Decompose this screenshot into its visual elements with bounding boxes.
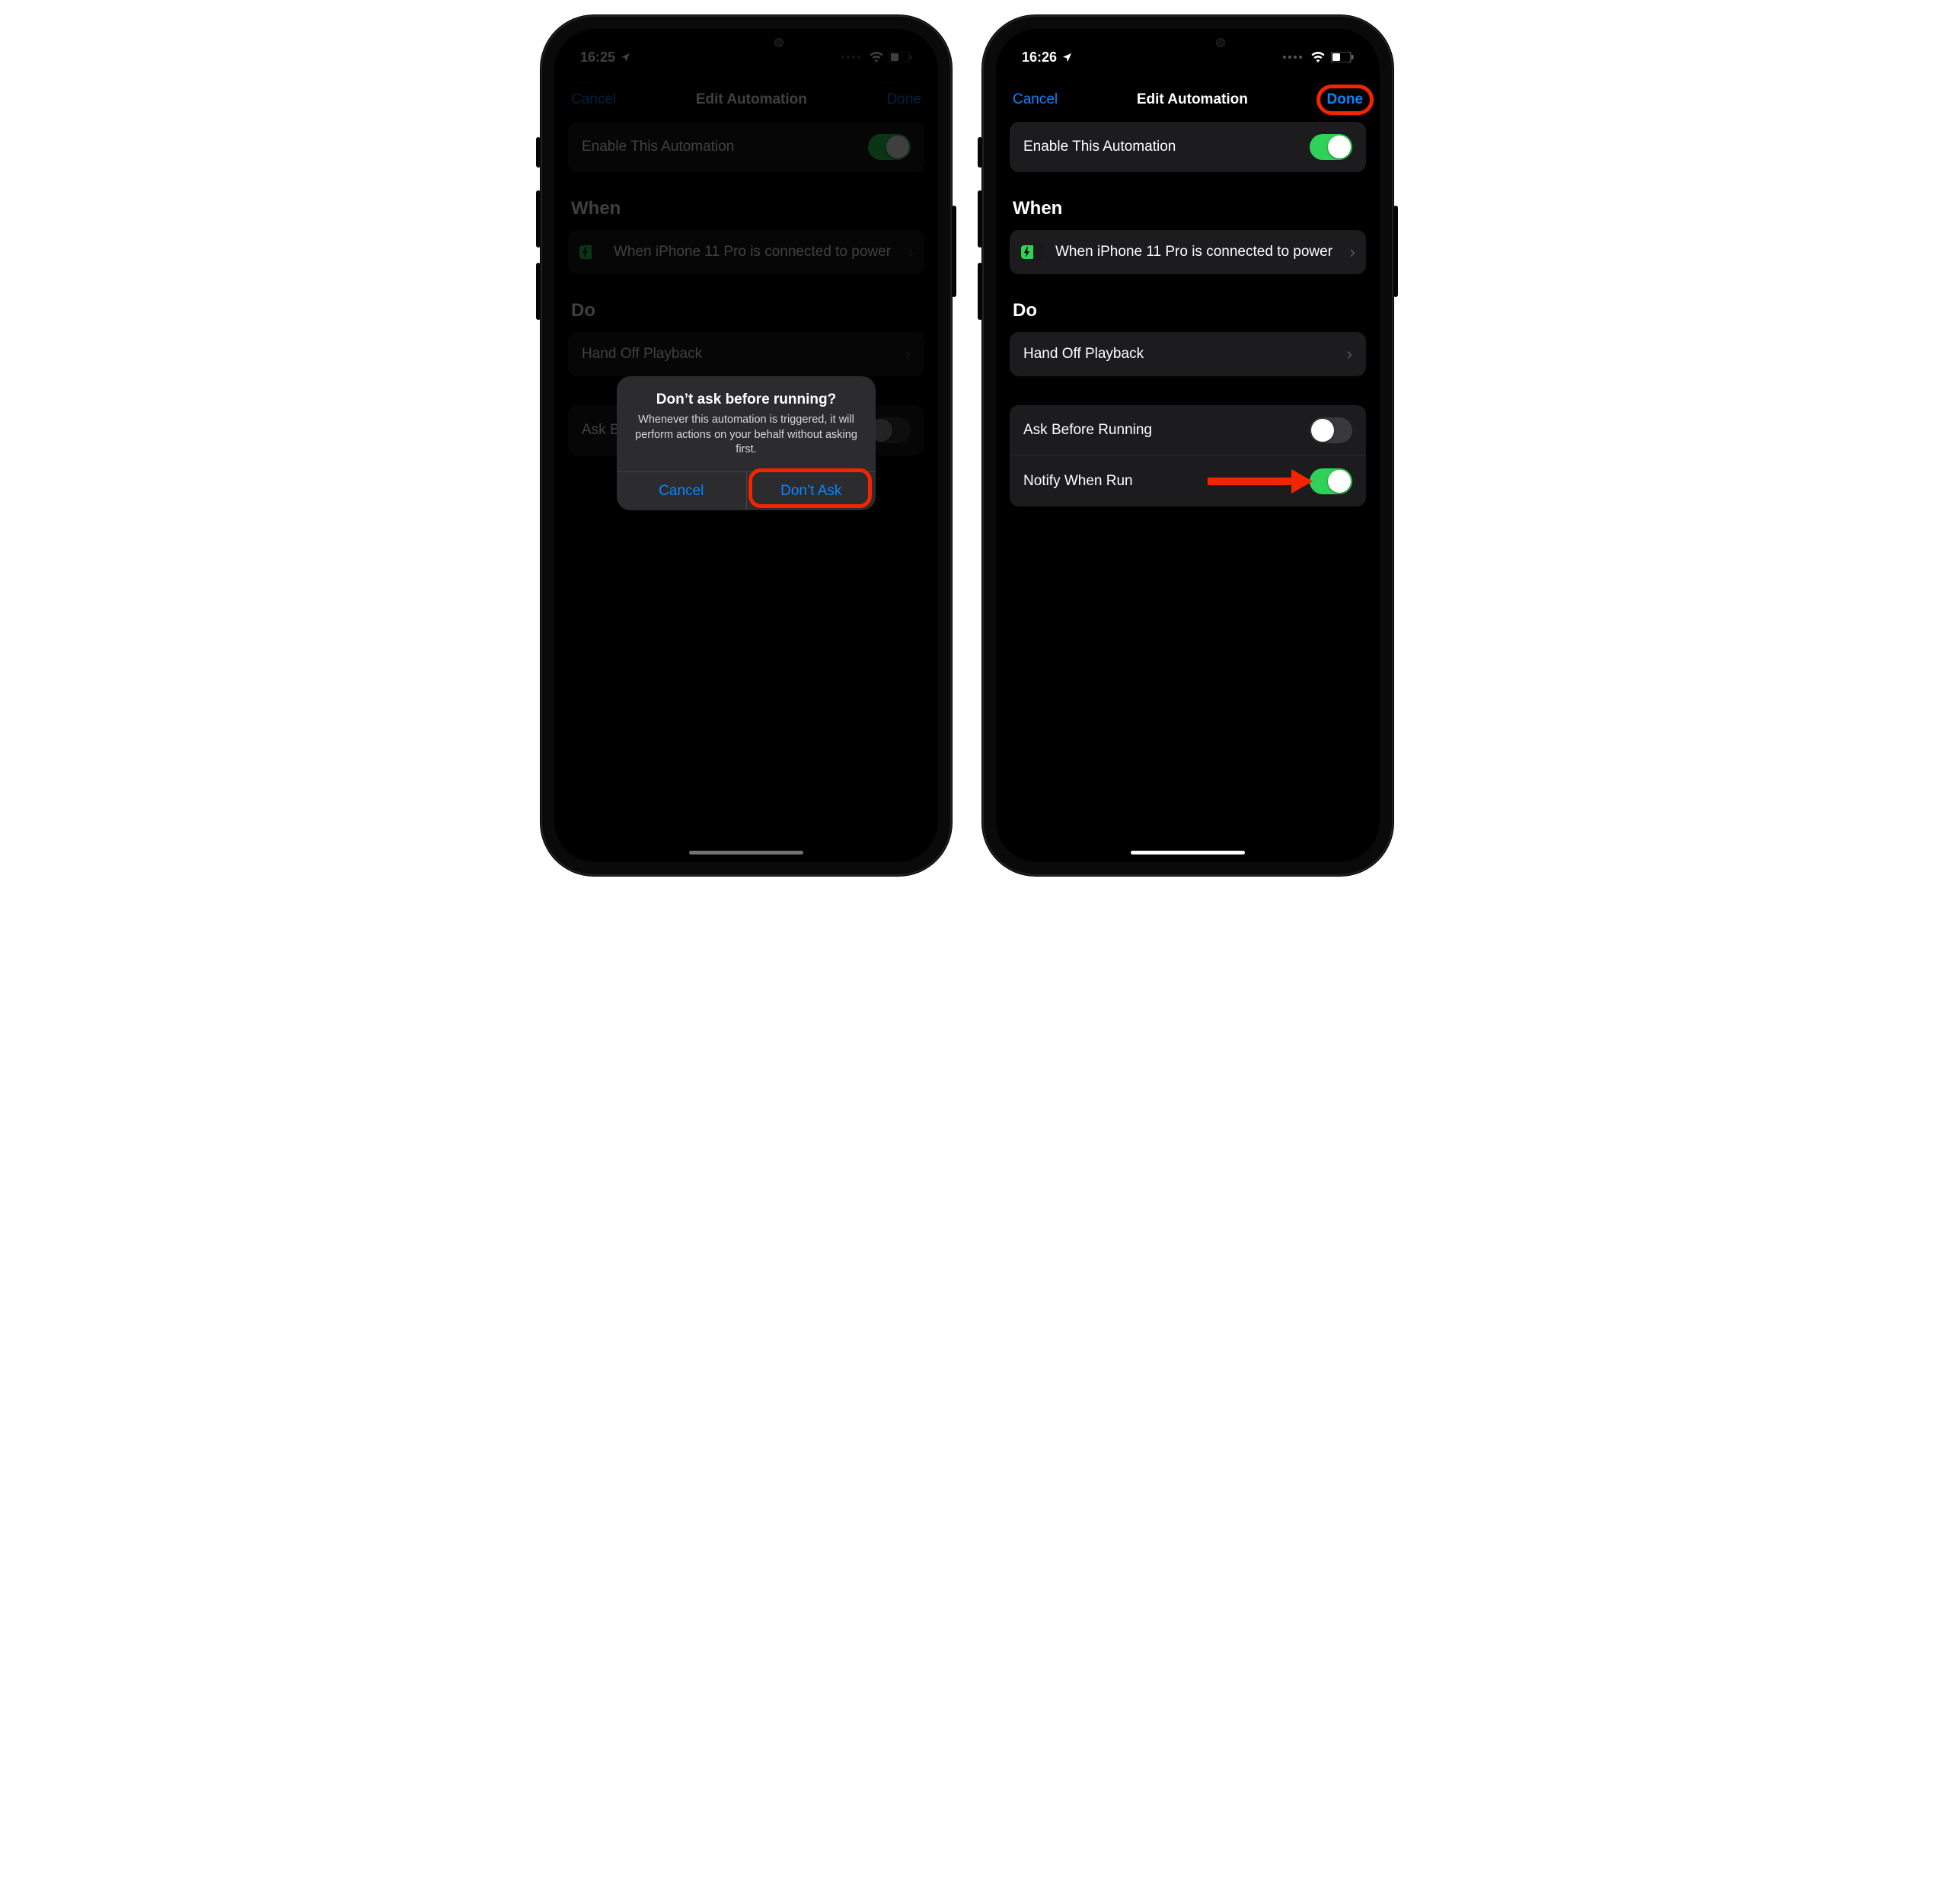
notch — [1115, 29, 1260, 56]
alert-title: Don’t ask before running? — [633, 391, 859, 408]
annotation-arrow — [1208, 469, 1313, 494]
volume-up-button — [536, 190, 541, 248]
confirmation-alert: Don’t ask before running? Whenever this … — [617, 376, 876, 510]
charging-icon — [1020, 244, 1043, 260]
battery-icon — [1331, 52, 1354, 62]
do-action-label: Hand Off Playback — [1023, 346, 1144, 363]
notify-toggle[interactable] — [1310, 468, 1352, 494]
alert-message: Whenever this automation is triggered, i… — [633, 413, 859, 458]
cancel-button[interactable]: Cancel — [1013, 91, 1058, 108]
mute-switch — [978, 137, 982, 168]
section-when: When — [1013, 198, 1363, 219]
home-indicator[interactable] — [1131, 851, 1245, 855]
side-button — [1393, 206, 1398, 297]
phone-left: 16:25 Cancel Edit Automation Done — [541, 15, 952, 876]
screen: 16:26 Cancel Edit Automation Done — [996, 29, 1380, 862]
mute-switch — [536, 137, 541, 168]
notify-when-run-row[interactable]: Notify When Run — [1010, 455, 1366, 506]
volume-up-button — [978, 190, 982, 248]
phone-right: 16:26 Cancel Edit Automation Done — [982, 15, 1393, 876]
ask-label: Ask Before Running — [1023, 422, 1152, 439]
volume-down-button — [536, 263, 541, 320]
run-options-group: Ask Before Running Notify When Run — [1010, 405, 1366, 506]
enable-automation-row[interactable]: Enable This Automation — [1010, 122, 1366, 172]
alert-dont-ask-button[interactable]: Don’t Ask — [746, 472, 876, 510]
chevron-right-icon: › — [1347, 344, 1352, 364]
screen: 16:25 Cancel Edit Automation Done — [554, 29, 938, 862]
chevron-right-icon: › — [1350, 242, 1355, 262]
notch — [674, 29, 819, 56]
nav-bar: Cancel Edit Automation Done — [996, 72, 1380, 122]
wifi-icon — [1310, 52, 1326, 62]
done-button[interactable]: Done — [1327, 91, 1364, 108]
ask-toggle[interactable] — [1310, 417, 1352, 443]
volume-down-button — [978, 263, 982, 320]
cell-signal-icon — [1283, 56, 1302, 59]
enable-label: Enable This Automation — [1023, 139, 1176, 155]
section-do: Do — [1013, 300, 1363, 321]
page-title: Edit Automation — [1137, 91, 1248, 108]
status-time: 16:26 — [1022, 50, 1057, 65]
side-button — [952, 206, 956, 297]
ask-before-running-row[interactable]: Ask Before Running — [1010, 405, 1366, 455]
alert-cancel-button[interactable]: Cancel — [617, 472, 746, 510]
when-text: When iPhone 11 Pro is connected to power — [1055, 243, 1338, 262]
enable-toggle[interactable] — [1310, 134, 1352, 160]
when-trigger-row[interactable]: When iPhone 11 Pro is connected to power… — [1010, 230, 1366, 274]
do-action-row[interactable]: Hand Off Playback › — [1010, 332, 1366, 376]
location-icon — [1061, 52, 1073, 63]
notify-label: Notify When Run — [1023, 473, 1133, 490]
content: Enable This Automation When When iPhone … — [996, 122, 1380, 506]
